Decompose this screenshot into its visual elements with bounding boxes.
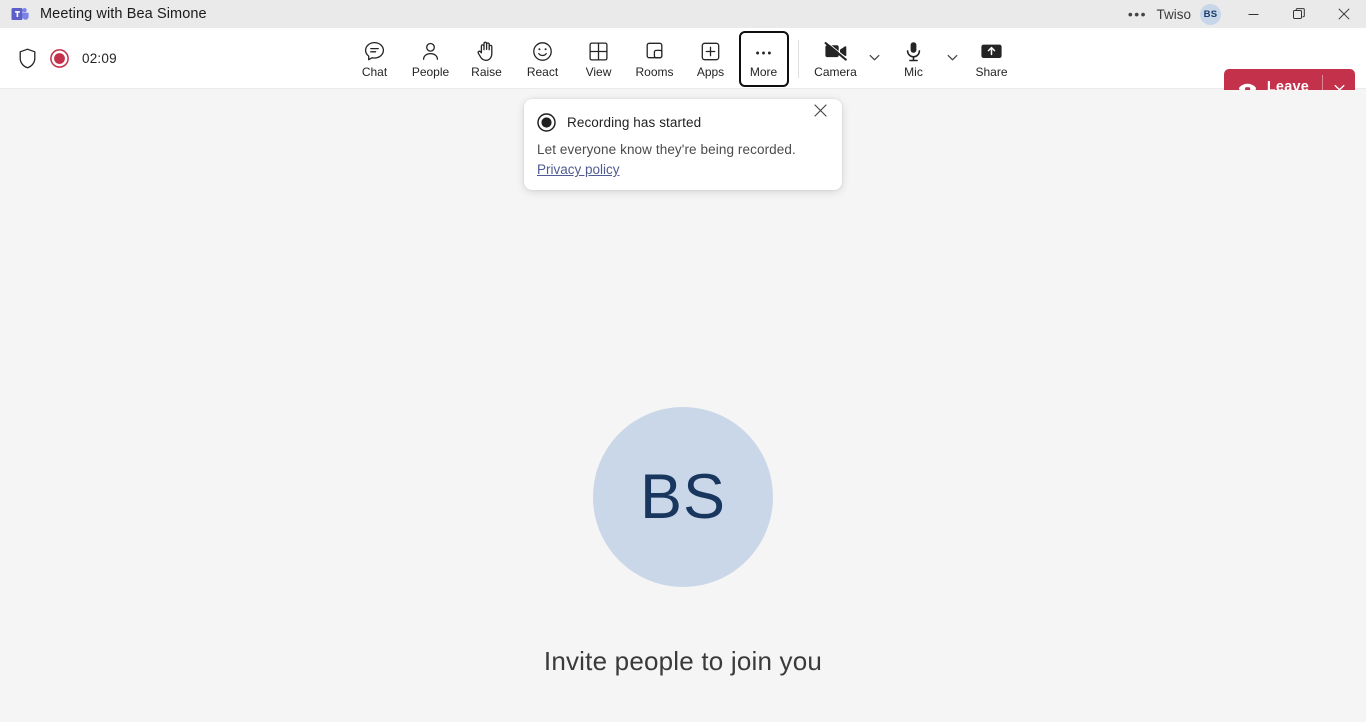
breakout-rooms-icon [643,39,666,63]
toolbar-label-raise: Raise [471,64,502,79]
restore-icon [1292,8,1305,19]
toolbar-divider [797,39,799,78]
recording-notification-body: Let everyone know they're being recorded… [537,142,796,157]
record-circle-icon [537,113,556,132]
toolbar-label-camera: Camera [814,64,857,79]
ellipsis-icon [752,39,775,63]
toolbar-label-apps: Apps [696,64,725,79]
privacy-policy-link[interactable]: Privacy policy [537,162,620,177]
toolbar-button-camera[interactable]: Camera [808,31,864,86]
camera-off-icon [823,39,849,63]
title-bar-overflow-button[interactable]: ••• [1122,0,1152,28]
toolbar-label-people: People [411,64,450,79]
chat-bubble-icon [363,39,386,63]
camera-group: Camera [808,31,886,86]
toolbar-left-group: 02:09 [0,28,117,89]
close-icon [1337,8,1350,20]
toolbar-center-group: Chat People Raise React View Rooms Apps … [0,28,1366,89]
toolbar-label-view: View [585,64,612,79]
teams-logo-icon [11,8,29,20]
close-icon [813,103,827,117]
share-screen-icon [979,39,1004,63]
toolbar-button-raise[interactable]: Raise [459,31,515,86]
title-bar: Meeting with Bea Simone ••• Twiso BS [0,0,1366,28]
meeting-toolbar: 02:09 Chat People Raise React View Rooms… [0,28,1366,105]
smiley-icon [531,39,554,63]
maximize-button[interactable] [1276,0,1321,28]
window-title: Meeting with Bea Simone [40,6,207,22]
toolbar-label-more: More [749,64,778,79]
recording-notification-header: Recording has started [524,99,842,132]
microphone-icon [902,39,925,63]
participant-avatar: BS [593,407,773,587]
grid-icon [587,39,610,63]
toolbar-button-view[interactable]: View [571,31,627,86]
person-icon [419,39,442,63]
toolbar-label-mic: Mic [904,64,923,79]
toolbar-label-share: Share [975,64,1008,79]
participant-avatar-initials: BS [639,461,727,532]
toolbar-button-mic[interactable]: Mic [886,31,942,86]
toolbar-button-chat[interactable]: Chat [347,31,403,86]
chevron-down-icon [869,54,880,61]
meeting-timer: 02:09 [82,51,117,66]
recording-notification-close-button[interactable] [806,96,834,124]
recording-notification: Recording has started Let everyone know … [524,99,842,190]
minimize-icon [1248,13,1259,15]
camera-dropdown-button[interactable] [864,31,886,86]
raise-hand-icon [475,39,498,63]
account-avatar[interactable]: BS [1200,3,1221,25]
toolbar-button-apps[interactable]: Apps [683,31,739,86]
shield-icon[interactable] [18,48,37,70]
plus-box-icon [699,39,722,63]
toolbar-button-rooms[interactable]: Rooms [627,31,683,86]
organization-name: Twiso [1156,6,1191,22]
record-dot-icon[interactable] [50,49,69,68]
toolbar-button-people[interactable]: People [403,31,459,86]
close-button[interactable] [1321,0,1366,28]
toolbar-button-more[interactable]: More [738,30,789,87]
toolbar-button-share[interactable]: Share [964,31,1020,86]
recording-notification-title: Recording has started [567,115,702,130]
mic-group: Mic [886,31,964,86]
toolbar-label-react: React [526,64,559,79]
toolbar-button-react[interactable]: React [515,31,571,86]
invite-message: Invite people to join you [543,646,823,676]
title-bar-right-group: ••• Twiso BS [1122,0,1366,28]
toolbar-label-rooms: Rooms [635,64,674,79]
mic-dropdown-button[interactable] [942,31,964,86]
minimize-button[interactable] [1231,0,1276,28]
toolbar-label-chat: Chat [361,64,388,79]
chevron-down-icon [947,54,958,61]
